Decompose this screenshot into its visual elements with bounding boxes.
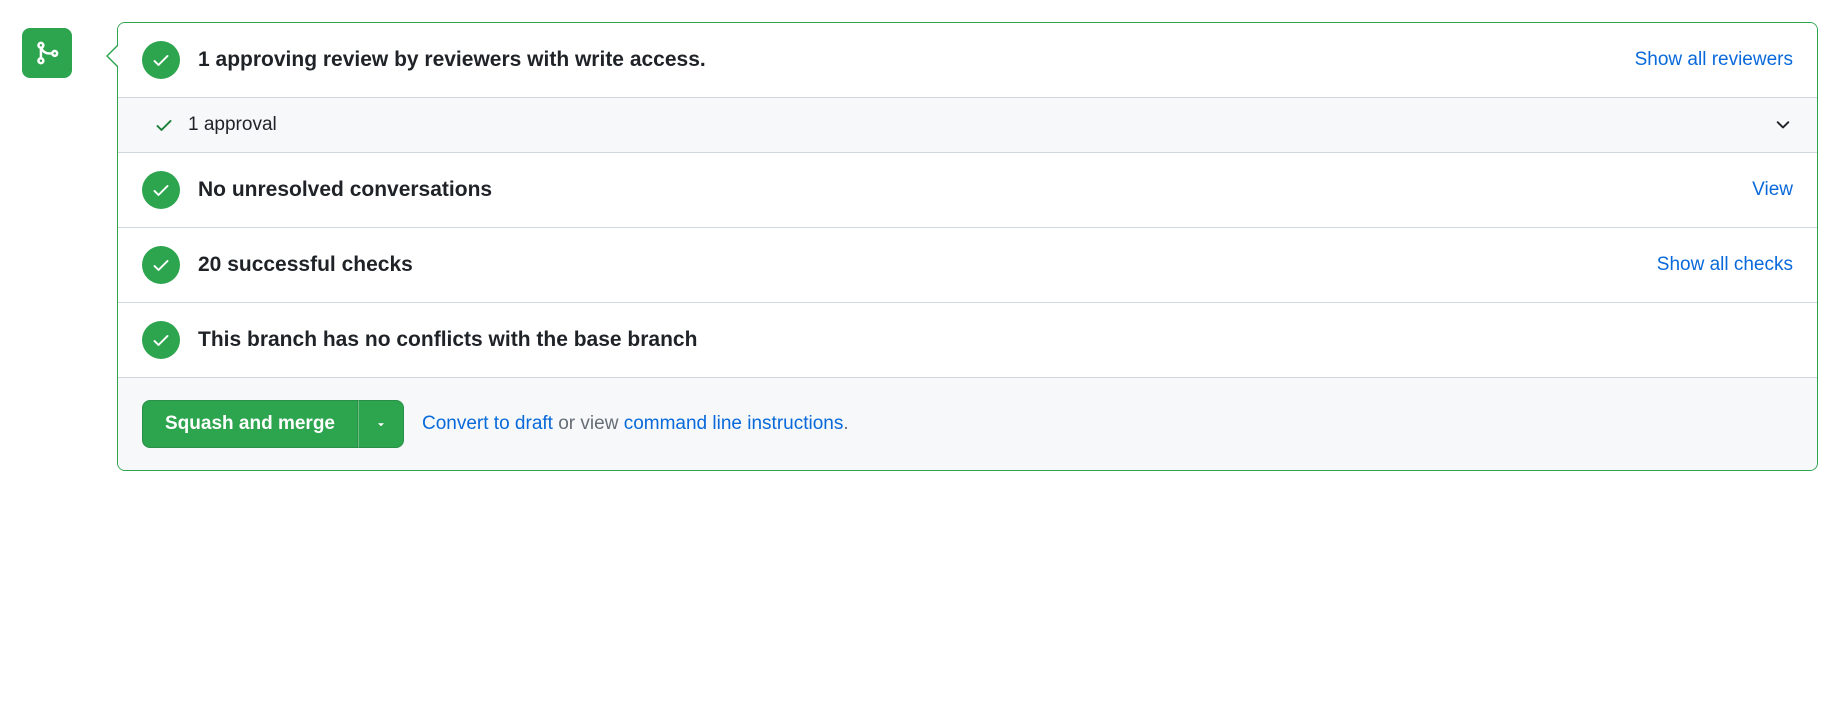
check-circle	[142, 41, 180, 79]
merge-dropdown-button[interactable]	[358, 400, 404, 448]
merge-button-group: Squash and merge	[142, 400, 404, 448]
footer-period: .	[843, 413, 848, 434]
check-circle	[142, 171, 180, 209]
conversations-title: No unresolved conversations	[198, 178, 1752, 202]
approval-row[interactable]: 1 approval	[118, 97, 1817, 153]
check-icon	[151, 330, 171, 350]
convert-to-draft-link[interactable]: Convert to draft	[422, 413, 553, 434]
show-all-reviewers-link[interactable]: Show all reviewers	[1635, 49, 1793, 71]
merge-status-badge	[22, 28, 72, 78]
checks-title: 20 successful checks	[198, 253, 1657, 277]
merge-panel: 1 approving review by reviewers with wri…	[117, 22, 1818, 471]
chevron-down-icon[interactable]	[1773, 115, 1793, 135]
check-icon	[151, 50, 171, 70]
merge-footer: Squash and merge Convert to draft or vie…	[118, 378, 1817, 470]
check-icon	[151, 255, 171, 275]
squash-merge-button[interactable]: Squash and merge	[142, 400, 358, 448]
footer-text-or: or view	[553, 413, 624, 434]
conflicts-section: This branch has no conflicts with the ba…	[118, 303, 1817, 378]
check-circle	[142, 321, 180, 359]
caret-down-icon	[375, 418, 387, 430]
footer-text: Convert to draft or view command line in…	[422, 413, 849, 435]
reviews-title: 1 approving review by reviewers with wri…	[198, 48, 1635, 72]
checks-section: 20 successful checks Show all checks	[118, 228, 1817, 303]
conversations-section: No unresolved conversations View	[118, 153, 1817, 228]
approval-count-label: 1 approval	[188, 114, 1773, 136]
conflicts-title: This branch has no conflicts with the ba…	[198, 328, 1793, 352]
show-all-checks-link[interactable]: Show all checks	[1657, 254, 1793, 276]
check-circle	[142, 246, 180, 284]
git-merge-icon	[34, 40, 60, 66]
reviews-section: 1 approving review by reviewers with wri…	[118, 23, 1817, 98]
cli-instructions-link[interactable]: command line instructions	[624, 413, 844, 434]
check-icon	[154, 115, 174, 135]
check-icon	[151, 180, 171, 200]
speech-arrow	[106, 44, 118, 68]
view-conversations-link[interactable]: View	[1752, 179, 1793, 201]
